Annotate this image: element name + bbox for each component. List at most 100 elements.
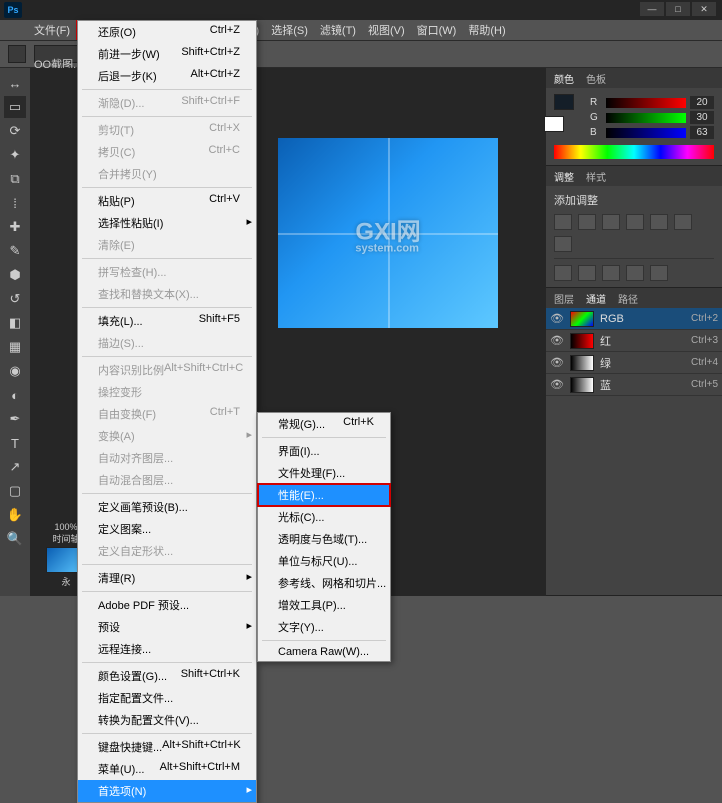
eraser-tool-icon[interactable]: ◧ bbox=[4, 312, 26, 334]
prefs-menu-item-3[interactable]: 文件处理(F)... bbox=[258, 462, 390, 484]
menu-file[interactable]: 文件(F) bbox=[28, 20, 76, 40]
channel-row-green[interactable]: 👁 绿 Ctrl+4 bbox=[546, 352, 722, 374]
visibility-icon[interactable]: 👁 bbox=[550, 312, 564, 325]
channel-row-blue[interactable]: 👁 蓝 Ctrl+5 bbox=[546, 374, 722, 396]
edit-menu-item-28[interactable]: 定义图案... bbox=[78, 518, 256, 540]
visibility-icon[interactable]: 👁 bbox=[550, 356, 564, 369]
edit-menu-item-35[interactable]: 远程连接... bbox=[78, 638, 256, 660]
menu-filter[interactable]: 滤镜(T) bbox=[314, 20, 362, 40]
edit-menu-item-7: 拷贝(C)Ctrl+C bbox=[78, 141, 256, 163]
edit-menu-item-42[interactable]: 菜单(U)...Alt+Shift+Ctrl+M bbox=[78, 758, 256, 780]
g-label: G bbox=[590, 112, 602, 123]
edit-menu-item-43[interactable]: 首选项(N) bbox=[78, 780, 256, 802]
visibility-icon[interactable]: 👁 bbox=[550, 334, 564, 347]
move-tool-icon[interactable]: ↔ bbox=[4, 72, 26, 94]
background-swatch[interactable] bbox=[544, 116, 564, 132]
vibrance-icon[interactable] bbox=[650, 214, 668, 230]
crop-tool-icon[interactable]: ⧉ bbox=[4, 168, 26, 190]
foreground-swatch[interactable] bbox=[554, 94, 574, 110]
blur-tool-icon[interactable]: ◉ bbox=[4, 360, 26, 382]
tab-color[interactable]: 颜色 bbox=[554, 71, 574, 86]
channel-row-red[interactable]: 👁 红 Ctrl+3 bbox=[546, 330, 722, 352]
menu-help[interactable]: 帮助(H) bbox=[462, 20, 511, 40]
wand-tool-icon[interactable]: ✦ bbox=[4, 144, 26, 166]
edit-menu-item-39[interactable]: 转换为配置文件(V)... bbox=[78, 709, 256, 731]
edit-menu-item-31[interactable]: 清理(R) bbox=[78, 567, 256, 589]
menu-select[interactable]: 选择(S) bbox=[265, 20, 314, 40]
zoom-tool-icon[interactable]: 🔍 bbox=[4, 528, 26, 550]
invert-icon[interactable] bbox=[554, 265, 572, 281]
lasso-tool-icon[interactable]: ⟳ bbox=[4, 120, 26, 142]
g-slider[interactable] bbox=[606, 113, 686, 123]
edit-menu-item-17[interactable]: 填充(L)...Shift+F5 bbox=[78, 310, 256, 332]
tab-swatches[interactable]: 色板 bbox=[586, 71, 606, 86]
r-slider[interactable] bbox=[606, 98, 686, 108]
tab-adjustments[interactable]: 调整 bbox=[554, 169, 574, 184]
hand-tool-icon[interactable]: ✋ bbox=[4, 504, 26, 526]
tab-layers[interactable]: 图层 bbox=[554, 291, 574, 306]
prefs-menu-item-4[interactable]: 性能(E)... bbox=[258, 484, 390, 506]
b-value[interactable]: 63 bbox=[690, 126, 714, 139]
gradient-map-icon[interactable] bbox=[626, 265, 644, 281]
edit-menu-item-1[interactable]: 前进一步(W)Shift+Ctrl+Z bbox=[78, 43, 256, 65]
levels-icon[interactable] bbox=[578, 214, 596, 230]
color-balance-icon[interactable] bbox=[554, 236, 572, 252]
timeline-label[interactable]: 时间轴 bbox=[52, 532, 79, 545]
path-tool-icon[interactable]: ↗ bbox=[4, 456, 26, 478]
selective-color-icon[interactable] bbox=[650, 265, 668, 281]
b-slider[interactable] bbox=[606, 128, 686, 138]
brightness-icon[interactable] bbox=[554, 214, 572, 230]
pen-tool-icon[interactable]: ✒ bbox=[4, 408, 26, 430]
edit-menu-item-33[interactable]: Adobe PDF 预设... bbox=[78, 594, 256, 616]
edit-menu-item-0[interactable]: 还原(O)Ctrl+Z bbox=[78, 21, 256, 43]
menu-window[interactable]: 窗口(W) bbox=[411, 20, 463, 40]
tab-paths[interactable]: 路径 bbox=[618, 291, 638, 306]
edit-menu-item-38[interactable]: 指定配置文件... bbox=[78, 687, 256, 709]
zoom-percent[interactable]: 100% bbox=[54, 522, 77, 532]
healing-tool-icon[interactable]: ✚ bbox=[4, 216, 26, 238]
marquee-tool-icon[interactable]: ▭ bbox=[4, 96, 26, 118]
prefs-menu-item-7[interactable]: 单位与标尺(U)... bbox=[258, 550, 390, 572]
curves-icon[interactable] bbox=[602, 214, 620, 230]
prefs-menu-item-12[interactable]: Camera Raw(W)... bbox=[258, 643, 390, 661]
prefs-menu-item-9[interactable]: 增效工具(P)... bbox=[258, 594, 390, 616]
hue-icon[interactable] bbox=[674, 214, 692, 230]
tab-styles[interactable]: 样式 bbox=[586, 169, 606, 184]
exposure-icon[interactable] bbox=[626, 214, 644, 230]
prefs-menu-item-6[interactable]: 透明度与色域(T)... bbox=[258, 528, 390, 550]
edit-menu-item-2[interactable]: 后退一步(K)Alt+Ctrl+Z bbox=[78, 65, 256, 87]
edit-menu-item-11[interactable]: 选择性粘贴(I) bbox=[78, 212, 256, 234]
prefs-menu-item-8[interactable]: 参考线、网格和切片... bbox=[258, 572, 390, 594]
edit-menu-item-10[interactable]: 粘贴(P)Ctrl+V bbox=[78, 190, 256, 212]
tab-channels[interactable]: 通道 bbox=[586, 291, 606, 306]
edit-menu-item-27[interactable]: 定义画笔预设(B)... bbox=[78, 496, 256, 518]
close-button[interactable]: ✕ bbox=[692, 2, 716, 16]
edit-menu-item-41[interactable]: 键盘快捷键...Alt+Shift+Ctrl+K bbox=[78, 736, 256, 758]
stamp-tool-icon[interactable]: ⬢ bbox=[4, 264, 26, 286]
type-tool-icon[interactable]: T bbox=[4, 432, 26, 454]
channel-row-rgb[interactable]: 👁 RGB Ctrl+2 bbox=[546, 308, 722, 330]
posterize-icon[interactable] bbox=[578, 265, 596, 281]
r-value[interactable]: 20 bbox=[690, 96, 714, 109]
channel-name: 红 bbox=[600, 333, 611, 349]
dodge-tool-icon[interactable]: ◐ bbox=[4, 384, 26, 406]
g-value[interactable]: 30 bbox=[690, 111, 714, 124]
brush-tool-icon[interactable]: ✎ bbox=[4, 240, 26, 262]
prefs-menu-item-2[interactable]: 界面(I)... bbox=[258, 440, 390, 462]
edit-menu-item-37[interactable]: 颜色设置(G)...Shift+Ctrl+K bbox=[78, 665, 256, 687]
threshold-icon[interactable] bbox=[602, 265, 620, 281]
eyedropper-tool-icon[interactable]: ⁞ bbox=[4, 192, 26, 214]
prefs-menu-item-10[interactable]: 文字(Y)... bbox=[258, 616, 390, 638]
prefs-menu-item-5[interactable]: 光标(C)... bbox=[258, 506, 390, 528]
minimize-button[interactable]: — bbox=[640, 2, 664, 16]
color-spectrum[interactable] bbox=[554, 145, 714, 159]
gradient-tool-icon[interactable]: ▦ bbox=[4, 336, 26, 358]
maximize-button[interactable]: □ bbox=[666, 2, 690, 16]
menu-view[interactable]: 视图(V) bbox=[362, 20, 411, 40]
tool-preset-icon[interactable] bbox=[8, 45, 26, 63]
shape-tool-icon[interactable]: ▢ bbox=[4, 480, 26, 502]
visibility-icon[interactable]: 👁 bbox=[550, 378, 564, 391]
edit-menu-item-34[interactable]: 预设 bbox=[78, 616, 256, 638]
prefs-menu-item-0[interactable]: 常规(G)...Ctrl+K bbox=[258, 413, 390, 435]
history-brush-icon[interactable]: ↺ bbox=[4, 288, 26, 310]
